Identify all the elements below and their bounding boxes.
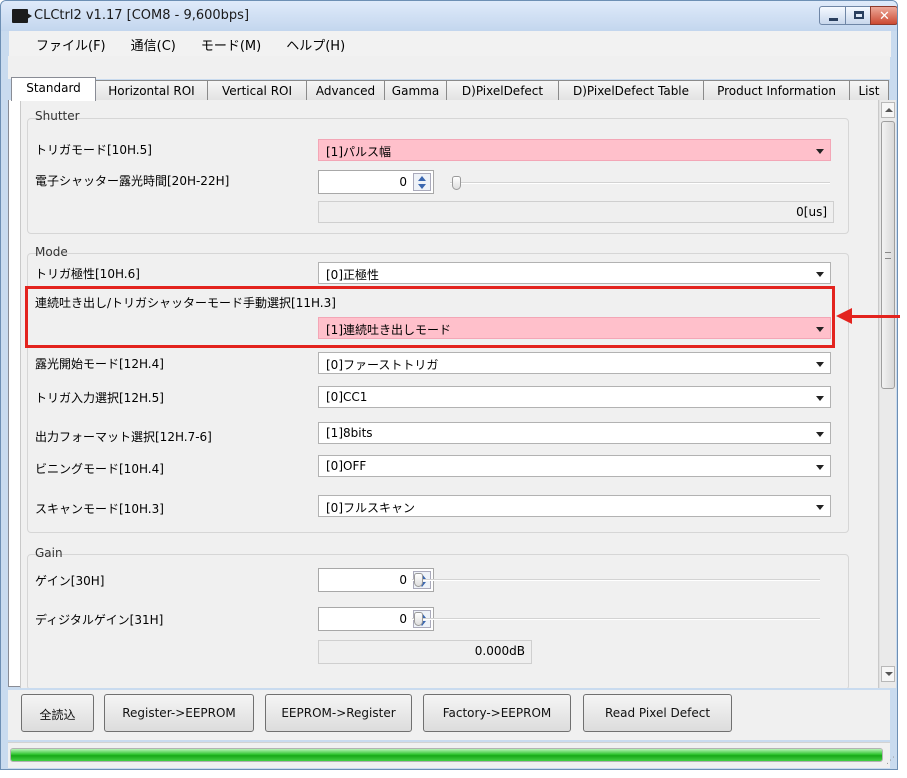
binning-mode-label: ビニングモード[10H.4] bbox=[35, 462, 164, 476]
eeprom-to-register-button[interactable]: EEPROM->Register bbox=[265, 694, 412, 732]
trigger-mode-value: [1]パルス幅 bbox=[326, 145, 391, 159]
minimize-icon bbox=[829, 18, 838, 21]
exposure-start-mode-select[interactable]: [0]ファーストトリガ bbox=[318, 352, 831, 374]
chevron-down-icon bbox=[816, 432, 824, 437]
resize-grip-icon[interactable]: ⋰ bbox=[886, 756, 895, 766]
binning-mode-select[interactable]: [0]OFF bbox=[318, 455, 831, 477]
slider-thumb[interactable] bbox=[414, 612, 423, 626]
annotation-arrow-icon bbox=[836, 308, 900, 324]
gain-value: 0 bbox=[399, 573, 407, 587]
read-pixel-defect-button[interactable]: Read Pixel Defect bbox=[583, 694, 732, 732]
trigger-polarity-label: トリガ極性[10H.6] bbox=[35, 267, 140, 281]
exposure-time-stepper[interactable]: 0 bbox=[318, 170, 434, 194]
trigger-input-label: トリガ入力選択[12H.5] bbox=[35, 391, 164, 405]
digital-gain-slider[interactable] bbox=[412, 612, 820, 626]
output-format-label: 出力フォーマット選択[12H.7-6] bbox=[35, 430, 212, 444]
scroll-up-button[interactable] bbox=[881, 102, 895, 118]
progress-bar bbox=[10, 748, 883, 762]
trigger-mode-label: トリガモード[10H.5] bbox=[35, 143, 152, 157]
scroll-down-button[interactable] bbox=[881, 666, 895, 682]
chevron-down-icon bbox=[816, 149, 824, 154]
exposure-time-label: 電子シャッター露光時間[20H-22H] bbox=[35, 174, 230, 188]
mode-group-title: Mode bbox=[35, 245, 68, 259]
trigger-input-select[interactable]: [0]CC1 bbox=[318, 386, 831, 408]
binning-mode-value: [0]OFF bbox=[326, 459, 367, 473]
shutter-group-title: Shutter bbox=[35, 109, 80, 123]
chevron-down-icon bbox=[816, 396, 824, 401]
minimize-button[interactable] bbox=[819, 6, 846, 25]
exposure-time-slider[interactable] bbox=[450, 176, 830, 190]
tab-product-information[interactable]: Product Information bbox=[703, 80, 850, 100]
gain-slider[interactable] bbox=[412, 573, 820, 587]
maximize-button[interactable] bbox=[845, 6, 871, 25]
trigger-input-value: [0]CC1 bbox=[326, 390, 368, 404]
trigger-mode-select[interactable]: [1]パルス幅 bbox=[318, 139, 831, 161]
exposure-start-mode-label: 露光開始モード[12H.4] bbox=[35, 357, 164, 371]
window-title: CLCtrl2 v1.17 [COM8 - 9,600bps] bbox=[34, 8, 250, 23]
tab-vertical-roi[interactable]: Vertical ROI bbox=[207, 80, 307, 100]
menu-comm[interactable]: 通信(C) bbox=[131, 35, 176, 54]
chevron-down-icon bbox=[816, 272, 824, 277]
close-button[interactable]: ✕ bbox=[870, 6, 897, 25]
gain-label: ゲイン[30H] bbox=[35, 574, 105, 588]
menu-mode[interactable]: モード(M) bbox=[201, 35, 261, 54]
digital-gain-label: ディジタルゲイン[31H] bbox=[35, 613, 164, 627]
gain-group-title: Gain bbox=[35, 546, 63, 560]
menu-bar: ファイル(F) 通信(C) モード(M) ヘルプ(H) bbox=[9, 31, 891, 57]
close-icon: ✕ bbox=[879, 9, 890, 24]
annotation-highlight-box bbox=[25, 286, 835, 348]
tab-strip: Standard Horizontal ROI Vertical ROI Adv… bbox=[8, 56, 890, 101]
menu-help[interactable]: ヘルプ(H) bbox=[286, 35, 345, 54]
tab-horizontal-roi[interactable]: Horizontal ROI bbox=[95, 80, 208, 100]
chevron-down-icon bbox=[816, 465, 824, 470]
tab-gamma[interactable]: Gamma bbox=[384, 80, 447, 100]
exposure-start-mode-value: [0]ファーストトリガ bbox=[326, 358, 439, 372]
scan-mode-label: スキャンモード[10H.3] bbox=[35, 502, 164, 516]
trigger-polarity-select[interactable]: [0]正極性 bbox=[318, 262, 831, 284]
digital-gain-value: 0 bbox=[399, 612, 407, 626]
app-icon bbox=[12, 9, 32, 23]
spin-arrows-icon[interactable] bbox=[413, 173, 431, 191]
title-bar[interactable]: CLCtrl2 v1.17 [COM8 - 9,600bps] ✕ bbox=[1, 1, 897, 31]
exposure-readout: 0[us] bbox=[318, 201, 834, 223]
output-format-select[interactable]: [1]8bits bbox=[318, 422, 831, 444]
gain-db-readout: 0.000dB bbox=[318, 640, 532, 664]
factory-to-eeprom-button[interactable]: Factory->EEPROM bbox=[423, 694, 571, 732]
exposure-time-value: 0 bbox=[399, 175, 407, 189]
output-format-value: [1]8bits bbox=[326, 426, 373, 440]
progress-fill bbox=[11, 749, 882, 761]
menu-file[interactable]: ファイル(F) bbox=[36, 35, 106, 54]
tab-list[interactable]: List bbox=[849, 80, 889, 100]
trigger-polarity-value: [0]正極性 bbox=[326, 268, 379, 282]
maximize-icon bbox=[854, 11, 864, 19]
scroll-thumb[interactable] bbox=[881, 121, 895, 389]
slider-thumb[interactable] bbox=[452, 176, 461, 190]
tab-pixel-defect[interactable]: D)PixelDefect bbox=[446, 80, 559, 100]
chevron-down-icon bbox=[816, 362, 824, 367]
slider-thumb[interactable] bbox=[414, 573, 423, 587]
read-all-button[interactable]: 全読込 bbox=[21, 694, 94, 732]
tab-pixel-defect-table[interactable]: D)PixelDefect Table bbox=[558, 80, 704, 100]
vertical-scrollbar[interactable] bbox=[879, 100, 896, 688]
chevron-down-icon bbox=[816, 505, 824, 510]
scan-mode-select[interactable]: [0]フルスキャン bbox=[318, 495, 831, 517]
tab-advanced[interactable]: Advanced bbox=[306, 80, 385, 100]
register-to-eeprom-button[interactable]: Register->EEPROM bbox=[104, 694, 254, 732]
scan-mode-value: [0]フルスキャン bbox=[326, 501, 415, 515]
tab-standard[interactable]: Standard bbox=[11, 77, 96, 101]
grip-icon bbox=[885, 252, 891, 259]
